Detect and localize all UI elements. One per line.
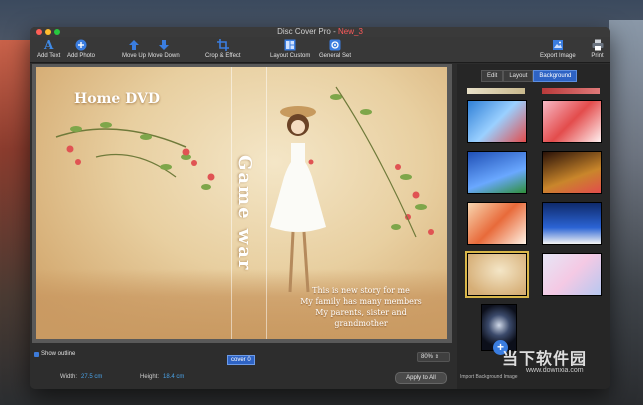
apply-to-all-button[interactable]: Apply to All <box>395 372 447 384</box>
title-bar: Disc Cover Pro - New_3 <box>30 27 610 37</box>
toolbar: A Add Text Add Photo Move Up Move Down C… <box>30 37 610 63</box>
disc-cover-preview[interactable]: Home DVD Game war This is new story for … <box>36 67 447 339</box>
width-label: Width: <box>60 374 78 380</box>
export-image-label: Export Image <box>540 53 576 59</box>
print-button[interactable]: Print <box>591 39 604 59</box>
gear-icon <box>329 39 342 51</box>
layout-icon <box>284 39 297 51</box>
height-label: Height: <box>140 374 160 380</box>
move-down-button[interactable]: Move Down <box>148 39 180 59</box>
close-button[interactable] <box>36 29 42 35</box>
canvas-area: Home DVD Game war This is new story for … <box>32 64 452 343</box>
watermark: 当下软件园 www.downxia.com <box>502 343 620 374</box>
thumbnail-selected[interactable] <box>465 251 529 298</box>
checkbox-checked-icon <box>34 351 39 357</box>
add-photo-button[interactable]: Add Photo <box>67 39 95 59</box>
story-line: This is new story for me <box>312 286 410 295</box>
thumbnail[interactable] <box>467 151 527 194</box>
thumbnail[interactable] <box>542 202 602 245</box>
thumbnail[interactable] <box>467 88 525 94</box>
show-outline-checkbox[interactable]: Show outline <box>34 351 75 357</box>
general-set-button[interactable]: General Set <box>319 39 351 59</box>
add-text-button[interactable]: A Add Text <box>37 38 61 59</box>
thumbnail[interactable] <box>467 100 527 143</box>
arrow-down-icon <box>157 39 170 51</box>
watermark-name: 当下软件园 <box>502 351 588 368</box>
height-value: 18.4 cm <box>163 374 185 380</box>
cover-selector[interactable]: cover 0 <box>227 355 255 365</box>
tab-background[interactable]: Background <box>533 70 578 82</box>
window-controls <box>36 29 60 35</box>
story-text-block[interactable]: This is new story for me My family has m… <box>286 285 436 329</box>
right-panel: Edit Layout Background <box>457 64 610 389</box>
panel-tabs: Edit Layout Background <box>481 70 578 82</box>
plus-circle-icon <box>75 39 88 51</box>
watermark-url: www.downxia.com <box>526 367 584 374</box>
crop-effect-label: Crop & Effect <box>205 53 241 59</box>
arrow-up-icon <box>128 39 141 51</box>
export-image-button[interactable]: Export Image <box>540 39 576 59</box>
move-down-label: Move Down <box>148 53 180 59</box>
bottom-bar: Show outline cover 0 80% ⇕ Width: 27.5 cm… <box>30 343 455 389</box>
story-line: My family has many members <box>300 297 422 306</box>
minimize-button[interactable] <box>45 29 51 35</box>
layout-custom-label: Layout Custom <box>270 53 311 59</box>
app-window: Disc Cover Pro - New_3 A Add Text Add Ph… <box>30 27 610 389</box>
print-label: Print <box>591 53 604 59</box>
spine-guide-left <box>231 67 232 339</box>
height-readout: Height: 18.4 cm <box>140 374 184 380</box>
story-line: grandmother <box>334 319 388 328</box>
general-set-label: General Set <box>319 53 352 59</box>
move-up-button[interactable]: Move Up <box>122 39 146 59</box>
crop-effect-button[interactable]: Crop & Effect <box>205 39 241 59</box>
width-value: 27.5 cm <box>81 374 103 380</box>
letter-a-icon: A <box>43 38 54 52</box>
tab-layout[interactable]: Layout <box>503 70 534 82</box>
tab-edit[interactable]: Edit <box>481 70 504 82</box>
cover-title-text[interactable]: Home DVD <box>74 91 160 107</box>
spine-guide-right <box>266 67 267 339</box>
thumbnail[interactable] <box>542 253 602 296</box>
thumbnail[interactable] <box>542 88 600 94</box>
zoom-value: 80% <box>421 354 434 360</box>
chevron-updown-icon: ⇕ <box>434 354 439 360</box>
add-photo-label: Add Photo <box>67 53 96 59</box>
zoom-button[interactable] <box>54 29 60 35</box>
show-outline-label: Show outline <box>41 351 76 357</box>
width-readout: Width: 27.5 cm <box>60 374 102 380</box>
import-background-label[interactable]: Import Background Image <box>460 374 518 380</box>
document-name: New_3 <box>338 27 363 36</box>
thumbnail[interactable] <box>467 202 527 245</box>
move-up-label: Move Up <box>122 53 147 59</box>
crop-icon <box>216 39 229 51</box>
printer-icon <box>591 39 604 51</box>
story-line: My parents, sister and <box>315 308 407 317</box>
window-title: Disc Cover Pro - <box>277 27 338 36</box>
layout-custom-button[interactable]: Layout Custom <box>270 39 310 59</box>
export-image-icon <box>551 39 564 51</box>
zoom-select[interactable]: 80% ⇕ <box>417 352 450 362</box>
add-text-label: Add Text <box>37 53 61 59</box>
spine-title-text[interactable]: Game war <box>234 155 255 271</box>
thumbnail[interactable] <box>542 151 602 194</box>
thumbnail[interactable] <box>542 100 602 143</box>
desktop-mountain-left <box>0 40 30 405</box>
